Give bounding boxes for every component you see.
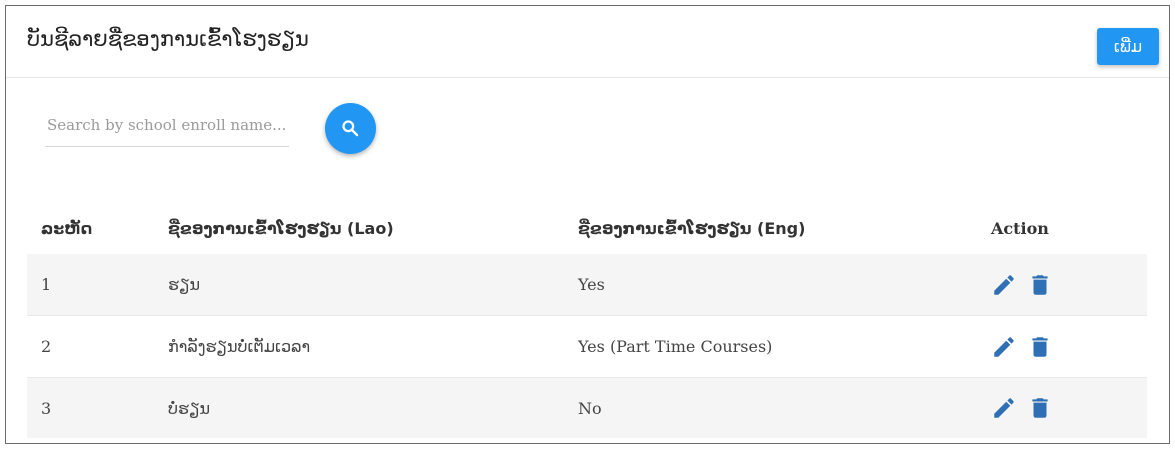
row-actions [991, 316, 1111, 377]
search-button[interactable] [325, 103, 376, 154]
row-name-eng: Yes [578, 275, 605, 294]
table-row: 1 ຮຽນ Yes [27, 254, 1147, 316]
edit-icon[interactable] [991, 272, 1017, 298]
enrollment-panel: ບັນຊີລາຍຊື່ຂອງການເຂົ້າໂຮງຮຽນ ເພີ່ມ ລະຫັດ… [5, 5, 1170, 444]
panel-header: ບັນຊີລາຍຊື່ຂອງການເຂົ້າໂຮງຮຽນ ເພີ່ມ [6, 6, 1169, 78]
search-icon [342, 120, 359, 137]
row-actions [991, 378, 1111, 438]
column-header-action: Action [991, 218, 1049, 238]
table-row: 3 ບໍ່ຮຽນ No [27, 378, 1147, 438]
edit-icon[interactable] [991, 395, 1017, 421]
row-name-lao: ກຳລັງຮຽນບໍ່ເຕັມເວລາ [168, 337, 311, 356]
column-header-name-lao: ຊື່ຂອງການເຂົ້າໂຮງຮຽນ (Lao) [168, 218, 394, 238]
row-name-eng: No [578, 398, 602, 418]
table-header-row: ລະຫັດ ຊື່ຂອງການເຂົ້າໂຮງຮຽນ (Lao) ຊື່ຂອງກ… [27, 202, 1147, 254]
search-input[interactable] [45, 104, 289, 146]
table-row: 2 ກຳລັງຮຽນບໍ່ເຕັມເວລາ Yes (Part Time Cou… [27, 316, 1147, 378]
edit-icon[interactable] [991, 334, 1017, 360]
delete-icon[interactable] [1027, 395, 1053, 421]
delete-icon[interactable] [1027, 272, 1053, 298]
add-button[interactable]: ເພີ່ມ [1097, 28, 1159, 65]
search-field [45, 104, 289, 147]
column-header-name-eng: ຊື່ຂອງການເຂົ້າໂຮງຮຽນ (Eng) [578, 218, 806, 238]
column-header-id: ລະຫັດ [41, 218, 93, 238]
row-name-eng: Yes (Part Time Courses) [578, 337, 773, 356]
row-id: 1 [41, 275, 52, 294]
row-id: 2 [41, 337, 52, 356]
delete-icon[interactable] [1027, 334, 1053, 360]
row-actions [991, 254, 1111, 315]
row-name-lao: ບໍ່ຮຽນ [168, 398, 211, 418]
row-name-lao: ຮຽນ [168, 275, 201, 294]
row-id: 3 [41, 398, 52, 418]
page-title: ບັນຊີລາຍຊື່ຂອງການເຂົ້າໂຮງຮຽນ [27, 27, 309, 51]
